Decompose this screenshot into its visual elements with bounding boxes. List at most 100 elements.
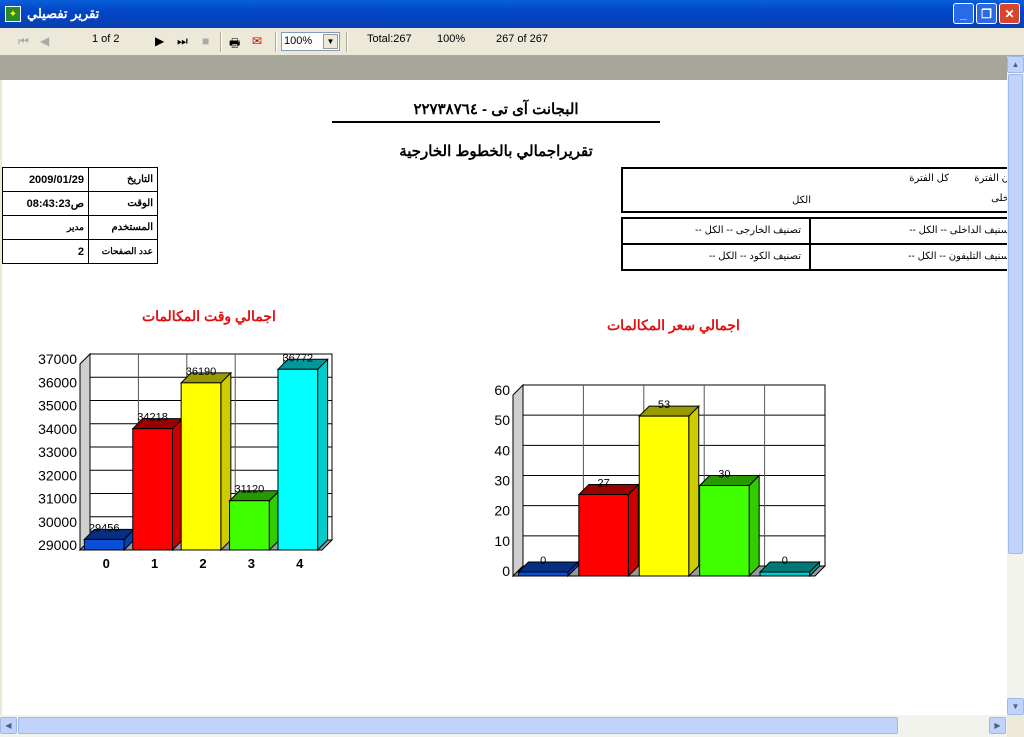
y-tick-label: 50	[494, 412, 510, 428]
bar-side	[688, 404, 700, 578]
pages-value: 2	[2, 239, 89, 264]
chart-side-wall	[79, 352, 91, 552]
x-tick-label: 3	[248, 556, 255, 570]
period-value: كل الفترة	[909, 173, 949, 184]
scroll-down-button[interactable]: ▼	[1007, 698, 1024, 715]
date-value: 2009/01/29	[2, 167, 89, 192]
horizontal-scroll-thumb[interactable]	[18, 717, 898, 734]
viewer-background	[0, 56, 1007, 80]
toolbar: ⏮ ◀ 1 of 2 ▶ ⏭ ■ 🖶 ✉ 100% ▼ Total:267 100…	[0, 28, 1024, 56]
horizontal-scrollbar[interactable]: ◀ ▶	[0, 715, 1007, 737]
y-tick-label: 37000	[38, 351, 77, 367]
report-page: البجانت آى تى - ٢٢٧٣٨٧٦٤ تقريراجمالي بال…	[2, 80, 1007, 715]
data-label: 29456	[89, 522, 120, 534]
bar	[699, 485, 750, 577]
stop-icon[interactable]: ■	[202, 34, 209, 48]
y-tick-label: 0	[502, 563, 510, 579]
total-label: Total:267	[367, 33, 412, 45]
x-tick-label: 2	[199, 556, 206, 570]
title-bar: ✦ تقرير تفصيلي _ ❐ ✕	[0, 0, 1024, 28]
export-icon[interactable]: ✉	[252, 34, 262, 48]
time-label: الوقت	[88, 191, 158, 216]
chart-title-price: اجمالي سعر المكالمات	[607, 317, 740, 333]
bar	[578, 494, 629, 577]
app-icon: ✦	[5, 6, 21, 22]
x-tick-label: 1	[151, 556, 158, 570]
percent-label: 100%	[437, 33, 466, 45]
data-label: 36190	[186, 366, 217, 378]
user-value: مدير	[2, 215, 89, 240]
bar-side	[748, 474, 760, 578]
close-button[interactable]: ✕	[999, 3, 1020, 24]
data-label: 0	[782, 555, 788, 567]
first-page-icon[interactable]: ⏮	[18, 34, 29, 49]
data-label: 34218	[137, 412, 168, 424]
y-tick-label: 10	[494, 533, 510, 549]
data-label: 30	[718, 469, 730, 481]
data-label: 0	[540, 555, 546, 567]
bar	[132, 428, 173, 551]
y-tick-label: 30000	[38, 514, 77, 530]
y-tick-label: 34000	[38, 421, 77, 437]
period-line2-value: الكل	[792, 195, 811, 206]
vertical-scrollbar[interactable]: ▲ ▼	[1007, 56, 1024, 715]
y-tick-label: 35000	[38, 398, 77, 414]
time-chart: 29000 30000 31000 32000 33000 34000 35000 36000…	[38, 351, 334, 570]
bar	[759, 571, 811, 577]
pages-label: عدد الصفحات	[88, 239, 158, 264]
y-tick-label: 60	[494, 382, 510, 398]
price-chart: 01020304050600027153230304	[494, 382, 827, 579]
bar	[517, 571, 569, 577]
x-tick-label: 0	[103, 556, 110, 570]
print-icon[interactable]: 🖶	[229, 34, 240, 55]
bar-top	[517, 561, 580, 573]
vertical-scroll-thumb[interactable]	[1008, 74, 1023, 554]
zoom-select[interactable]: 100% ▼	[281, 32, 340, 51]
scroll-left-button[interactable]: ◀	[0, 717, 17, 734]
code-filter: تصنيف الكود -- الكل --	[708, 251, 801, 262]
data-label: 53	[658, 399, 670, 411]
bar-top	[758, 561, 821, 573]
bar	[277, 368, 319, 551]
chevron-down-icon[interactable]: ▼	[323, 34, 338, 49]
period-line2-label: خلى	[991, 193, 1007, 204]
bar	[229, 500, 270, 551]
restore-button[interactable]: ❐	[976, 3, 997, 24]
filters-box: سنيف الداخلى -- الكل -- تصنيف الخارجى --…	[621, 217, 1007, 271]
bar	[638, 415, 690, 577]
period-box: ن الفترة كل الفترة خلى الكل	[621, 167, 1007, 213]
y-tick-label: 31000	[38, 491, 77, 507]
y-tick-label: 32000	[38, 467, 77, 483]
chart-title-time: اجمالي وقت المكالمات	[142, 308, 276, 324]
prev-page-icon[interactable]: ◀	[40, 34, 49, 48]
bar-side	[627, 483, 639, 578]
period-label: ن الفترة	[974, 173, 1007, 184]
window-title: تقرير تفصيلي	[27, 6, 100, 21]
data-label: 27	[597, 478, 609, 490]
y-tick-label: 40	[494, 442, 510, 458]
records-label: 267 of 267	[496, 33, 548, 45]
date-label: التاريخ	[88, 167, 158, 192]
bar	[180, 382, 222, 551]
data-label: 36772	[283, 352, 314, 364]
bar	[83, 538, 125, 551]
y-tick-label: 33000	[38, 444, 77, 460]
x-tick-label: 4	[296, 556, 304, 570]
report-title: تقريراجمالي بالخطوط الخارجية	[399, 143, 593, 160]
external-filter: تصنيف الخارجى -- الكل --	[695, 225, 801, 236]
data-label: 31120	[235, 484, 265, 496]
report-header: البجانت آى تى - ٢٢٧٣٨٧٦٤	[332, 100, 660, 123]
minimize-button[interactable]: _	[953, 3, 974, 24]
last-page-icon[interactable]: ⏭	[177, 34, 188, 49]
scroll-up-button[interactable]: ▲	[1007, 56, 1024, 73]
y-tick-label: 36000	[38, 374, 77, 390]
phone-filter: سنيف التليفون -- الكل --	[908, 251, 1007, 262]
scroll-right-button[interactable]: ▶	[989, 717, 1006, 734]
y-tick-label: 20	[494, 503, 510, 519]
y-tick-label: 29000	[38, 537, 77, 553]
zoom-value: 100%	[284, 35, 313, 47]
next-page-icon[interactable]: ▶	[155, 34, 164, 48]
info-table: 2009/01/29 التاريخ 08:43:23ص الوقت مدير الم…	[2, 167, 158, 264]
user-label: المستخدم	[88, 215, 158, 240]
bar-side	[317, 358, 329, 552]
